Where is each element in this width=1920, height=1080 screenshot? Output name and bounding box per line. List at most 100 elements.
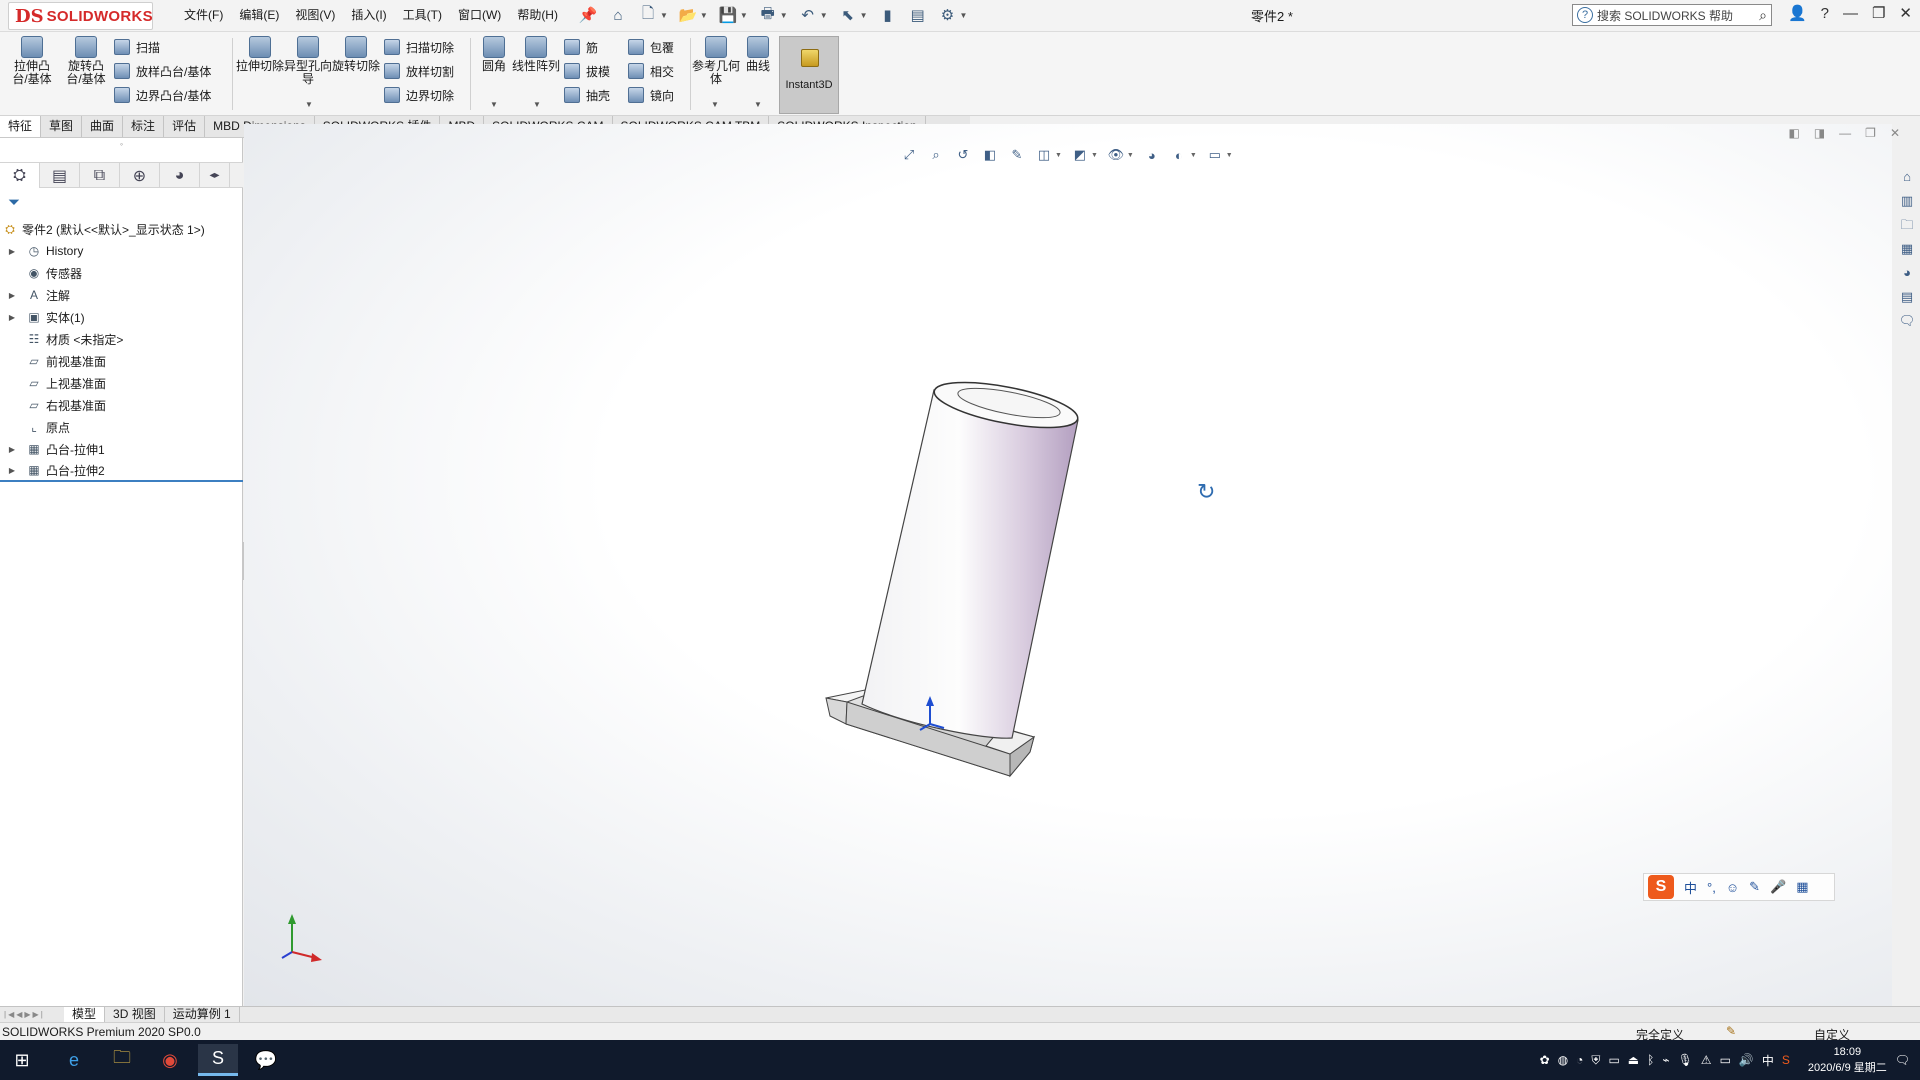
tray-app-icon[interactable]: ✿ — [1540, 1053, 1550, 1067]
extrude-boss-button[interactable]: 拉伸凸台/基体 — [8, 36, 56, 86]
menu-tools[interactable]: 工具(T) — [395, 6, 450, 24]
tab-evaluate[interactable]: 评估 — [164, 116, 206, 137]
gear-icon[interactable]: ⚙ — [938, 5, 958, 25]
chevron-down-icon[interactable]: ▼ — [1055, 152, 1062, 159]
file-explorer-taskbar-icon[interactable]: 🗀 — [102, 1044, 142, 1076]
viewport-minimize-icon[interactable]: — — [1839, 126, 1851, 140]
tree-item-boss-extrude1[interactable]: ▶ ▦ 凸台-拉伸1 — [0, 438, 243, 460]
chevron-down-icon[interactable]: ▼ — [780, 11, 788, 20]
tree-item-top-plane[interactable]: ▱ 上视基准面 — [0, 372, 243, 394]
reference-triad[interactable] — [281, 914, 322, 962]
menu-window[interactable]: 窗口(W) — [450, 6, 509, 24]
chevron-down-icon[interactable]: ▼ — [1091, 152, 1098, 159]
search-icon[interactable]: ⌕ — [1759, 7, 1767, 24]
wechat-icon[interactable]: 💬 — [246, 1044, 286, 1076]
notification-icon[interactable]: 🗨 — [1895, 1053, 1910, 1067]
boundary-boss-button[interactable]: 边界凸台/基体 — [114, 84, 211, 106]
chevron-down-icon[interactable]: ▼ — [490, 100, 498, 109]
draft-button[interactable]: 拔模 — [564, 60, 610, 82]
toolbox-icon[interactable]: ▦ — [1796, 879, 1808, 895]
revolve-cut-button[interactable]: 旋转切除 — [332, 36, 380, 73]
sweep-button[interactable]: 扫描 — [114, 36, 160, 58]
menu-insert[interactable]: 插入(I) — [343, 6, 394, 24]
dimxpert-tab-icon[interactable]: ⊕ — [120, 163, 160, 188]
ime-mode-toggle[interactable]: 中 — [1684, 878, 1697, 897]
sogou-tray-icon[interactable]: S — [1782, 1053, 1790, 1067]
tab-scroll-arrows-icon[interactable]: ◂▸ — [200, 163, 230, 188]
tree-item-history[interactable]: ▶ ◷ History — [0, 240, 243, 262]
expand-arrow-icon[interactable]: ▶ — [6, 247, 18, 256]
tray-usb-icon[interactable]: ⏏ — [1628, 1053, 1639, 1067]
open-folder-icon[interactable]: 📂 — [678, 5, 698, 25]
windows-start-icon[interactable]: ⊞ — [2, 1044, 42, 1076]
tray-warning-icon[interactable]: ⚠ — [1701, 1053, 1712, 1067]
tile-right-icon[interactable]: ◨ — [1814, 126, 1825, 140]
propertymanager-tab-icon[interactable]: ▤ — [40, 163, 80, 188]
section-view-icon[interactable]: ◧ — [981, 146, 999, 164]
traffic-light-icon[interactable]: ▮ — [878, 5, 898, 25]
minimize-icon[interactable]: — — [1843, 5, 1858, 22]
edit-appearance-icon[interactable]: ◕ — [1143, 146, 1161, 164]
view-settings-icon[interactable]: ▭ — [1206, 146, 1224, 164]
close-icon[interactable]: ✕ — [1899, 4, 1912, 22]
file-explorer-icon[interactable]: 🗀 — [1897, 216, 1917, 234]
chevron-down-icon[interactable]: ▼ — [660, 11, 668, 20]
dynamic-annotation-icon[interactable]: ✎ — [1008, 146, 1026, 164]
solidworks-taskbar-icon[interactable]: S — [198, 1044, 238, 1076]
mirror-button[interactable]: 镜向 — [628, 84, 674, 106]
chevron-down-icon[interactable]: ▼ — [1190, 152, 1197, 159]
loft-button[interactable]: 放样凸台/基体 — [114, 60, 211, 82]
tree-item-front-plane[interactable]: ▱ 前视基准面 — [0, 350, 243, 372]
solidworks-logo[interactable]: DS SOLIDWORKS — [8, 2, 153, 30]
instant3d-button[interactable]: Instant3D — [779, 36, 839, 114]
tray-monitor-icon[interactable]: ▭ — [1608, 1053, 1619, 1067]
hide-show-items-icon[interactable]: 👁 — [1107, 146, 1125, 164]
emoji-icon[interactable]: ☺ — [1726, 880, 1739, 895]
select-cursor-icon[interactable]: ⬉ — [838, 5, 858, 25]
custom-properties-icon[interactable]: ▤ — [1897, 288, 1917, 306]
restore-icon[interactable]: ❐ — [1872, 4, 1885, 22]
panel-collapse-handle[interactable]: ◦ — [0, 138, 243, 150]
chrome-icon[interactable]: ◉ — [150, 1044, 190, 1076]
chevron-down-icon[interactable]: ▼ — [1127, 152, 1134, 159]
help-search-box[interactable]: ? 搜索 SOLIDWORKS 帮助 ⌕ — [1572, 4, 1772, 26]
zoom-to-area-icon[interactable]: ⌕ — [927, 146, 945, 164]
chevron-down-icon[interactable]: ▼ — [754, 100, 762, 109]
hole-wizard-button[interactable]: 异型孔向导 — [284, 36, 332, 86]
pin-icon[interactable]: 📌 — [578, 5, 598, 25]
view-orientation-icon[interactable]: ◫ — [1035, 146, 1053, 164]
tray-tencent-icon[interactable]: ◔ — [1576, 1053, 1583, 1067]
cylinder-body[interactable] — [861, 373, 1081, 739]
network-icon[interactable]: ▭ — [1720, 1053, 1731, 1067]
tree-item-solid-bodies[interactable]: ▶ ▣ 实体(1) — [0, 306, 243, 328]
internet-explorer-icon[interactable]: e — [54, 1044, 94, 1076]
sogou-logo-icon[interactable]: S — [1648, 875, 1674, 899]
tray-wechat-icon[interactable]: ◍ — [1558, 1053, 1568, 1067]
chevron-down-icon[interactable]: ▼ — [960, 11, 968, 20]
chevron-down-icon[interactable]: ▼ — [820, 11, 828, 20]
filter-icon[interactable]: ⏷ — [8, 194, 20, 211]
loft-cut-button[interactable]: 放样切割 — [384, 60, 454, 82]
edit-sketch-icon[interactable]: ✎ — [1726, 1024, 1736, 1038]
display-manager-tab-icon[interactable]: ◕ — [160, 163, 200, 188]
expand-arrow-icon[interactable]: ▶ — [6, 445, 18, 454]
viewport-restore-icon[interactable]: ❐ — [1865, 126, 1876, 140]
tab-navigation-arrows-icon[interactable]: |◀◀▶▶| — [0, 1010, 64, 1019]
file-properties-icon[interactable]: ▤ — [908, 5, 928, 25]
design-library-icon[interactable]: ▥ — [1897, 192, 1917, 210]
menu-help[interactable]: 帮助(H) — [509, 6, 566, 24]
intersect-button[interactable]: 相交 — [628, 60, 674, 82]
featuremanager-tab-icon[interactable]: ⛭ — [0, 163, 40, 188]
forum-icon[interactable]: 🗨 — [1897, 312, 1917, 330]
tree-root-part[interactable]: ⛭ 零件2 (默认<<默认>_显示状态 1>) — [0, 218, 243, 240]
fillet-button[interactable]: 圆角 — [470, 36, 518, 73]
curves-button[interactable]: 曲线 — [734, 36, 782, 73]
viewport-close-icon[interactable]: ✕ — [1890, 126, 1900, 140]
input-method-indicator[interactable]: 中 — [1762, 1052, 1774, 1069]
volume-icon[interactable]: 🔊 — [1739, 1053, 1754, 1067]
solidworks-resources-icon[interactable]: ⌂ — [1897, 168, 1917, 186]
apply-scene-icon[interactable]: ◐ — [1170, 146, 1188, 164]
chevron-down-icon[interactable]: ▼ — [711, 100, 719, 109]
tree-item-sensors[interactable]: ◉ 传感器 — [0, 262, 243, 284]
home-icon[interactable]: ⌂ — [608, 5, 628, 25]
